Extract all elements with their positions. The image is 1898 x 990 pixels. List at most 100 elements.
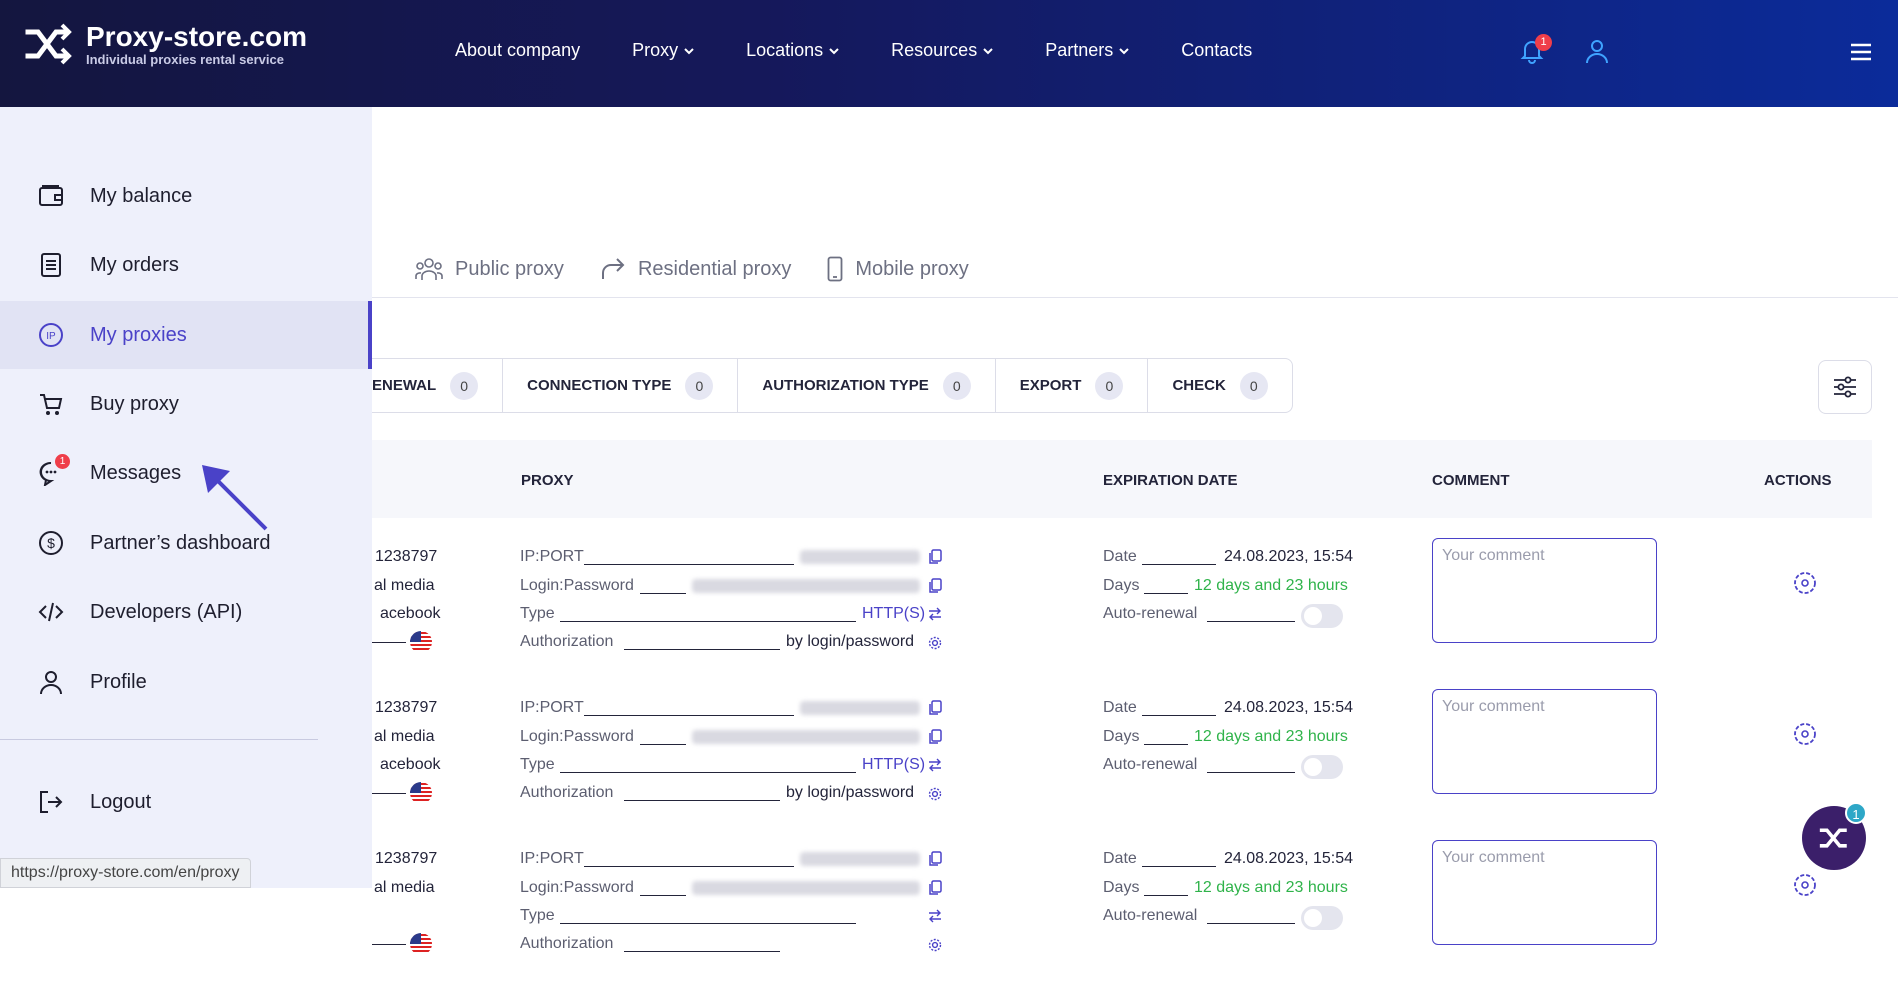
type-label: Type — [520, 605, 555, 622]
top-header: Proxy-store.com Individual proxies renta… — [0, 0, 1898, 107]
filter-connection-type[interactable]: CONNECTION TYPE 0 — [502, 359, 737, 412]
days-left-value: 12 days and 23 hours — [1194, 577, 1348, 594]
nav-contacts[interactable]: Contacts — [1181, 40, 1252, 61]
gear-icon[interactable] — [928, 635, 942, 651]
chevron-down-icon — [684, 47, 694, 54]
filter-authorization-type[interactable]: AUTHORIZATION TYPE 0 — [737, 359, 994, 412]
days-label: Days — [1103, 728, 1140, 745]
sidebar-item-my-orders[interactable]: My orders — [0, 231, 372, 299]
messages-badge: 1 — [55, 454, 70, 469]
proxy-type-value[interactable]: HTTP(S) — [862, 605, 925, 623]
login-password-value — [692, 579, 920, 593]
auto-renewal-toggle[interactable] — [1301, 906, 1343, 930]
copy-icon[interactable] — [928, 549, 942, 565]
document-icon — [41, 253, 61, 277]
chat-badge: 1 — [1845, 802, 1867, 824]
days-label: Days — [1103, 577, 1140, 594]
svg-text:$: $ — [47, 535, 55, 551]
copy-icon[interactable] — [928, 729, 942, 745]
tabs-divider — [372, 297, 1898, 298]
auto-renewal-toggle[interactable] — [1301, 604, 1343, 628]
sidebar-item-label: My orders — [90, 253, 179, 276]
auto-renewal-toggle[interactable] — [1301, 755, 1343, 779]
sidebar-item-profile[interactable]: Profile — [0, 648, 372, 716]
table-row: 1238797 al media IP:PORT Login:Password … — [372, 840, 1872, 990]
sidebar-item-messages[interactable]: 1 Messages — [0, 439, 372, 507]
copy-icon[interactable] — [928, 700, 942, 716]
notifications-button[interactable]: 1 — [1520, 34, 1552, 66]
code-icon — [38, 602, 64, 622]
type-label: Type — [520, 756, 555, 773]
action-settings-icon[interactable] — [1792, 721, 1818, 747]
usa-flag-icon — [410, 631, 432, 653]
nav-resources[interactable]: Resources — [891, 40, 993, 61]
authorization-value: by login/password — [786, 784, 915, 801]
sidebar-item-label: Messages — [90, 461, 182, 484]
nav-about-company[interactable]: About company — [455, 40, 580, 61]
sidebar-item-buy-proxy[interactable]: Buy proxy — [0, 370, 372, 438]
tab-residential-proxy[interactable]: Residential proxy — [600, 256, 791, 282]
user-account-icon[interactable] — [1584, 38, 1610, 64]
logo-subtitle: Individual proxies rental service — [86, 51, 284, 67]
copy-icon[interactable] — [928, 578, 942, 594]
gear-icon[interactable] — [928, 786, 942, 802]
share-arrow-icon — [601, 258, 625, 279]
copy-icon[interactable] — [928, 880, 942, 896]
sidebar-item-partners-dashboard[interactable]: $ Partner’s dashboard — [0, 509, 372, 577]
comment-textarea[interactable] — [1432, 689, 1657, 794]
usa-flag-icon — [410, 782, 432, 804]
filter-renewal[interactable]: ENEWAL 0 — [372, 359, 502, 412]
logo[interactable]: Proxy-store.com Individual proxies renta… — [24, 20, 307, 68]
chevron-down-icon — [983, 47, 993, 54]
ip-port-value — [800, 550, 920, 564]
expiration-date-value: 24.08.2023, 15:54 — [1224, 548, 1354, 565]
proxy-type-value[interactable]: HTTP(S) — [862, 756, 925, 774]
col-proxy: PROXY — [521, 472, 574, 489]
authorization-label: Authorization — [520, 935, 614, 952]
target-site: acebook — [380, 605, 441, 622]
login-password-label: Login:Password — [520, 728, 634, 745]
logout-button[interactable]: Logout — [0, 768, 372, 836]
sliders-icon — [1834, 376, 1856, 398]
expiration-date-value: 24.08.2023, 15:54 — [1224, 850, 1354, 867]
sidebar-item-label: My proxies — [90, 323, 187, 346]
target-site: acebook — [380, 756, 441, 773]
gear-icon[interactable] — [928, 937, 942, 953]
comment-textarea[interactable] — [1432, 538, 1657, 643]
ip-port-label: IP:PORT — [520, 548, 584, 565]
sidebar-item-developers-api[interactable]: Developers (API) — [0, 578, 372, 646]
authorization-label: Authorization — [520, 784, 614, 801]
sidebar-item-my-proxies[interactable]: IP My proxies — [0, 301, 372, 369]
comment-textarea[interactable] — [1432, 840, 1657, 945]
column-settings-button[interactable] — [1818, 360, 1872, 414]
switch-arrows-icon[interactable] — [928, 908, 942, 924]
sidebar-item-label: Developers (API) — [90, 600, 243, 623]
proxy-purpose: al media — [374, 577, 435, 594]
ip-port-value — [800, 852, 920, 866]
table-header: PROXY EXPIRATION DATE COMMENT ACTIONS — [372, 440, 1872, 518]
svg-text:IP: IP — [46, 331, 56, 342]
tab-mobile-proxy[interactable]: Mobile proxy — [827, 256, 969, 282]
pointer-arrow-annotation — [202, 465, 268, 531]
order-number: 1238797 — [375, 699, 438, 716]
auto-renewal-label: Auto-renewal — [1103, 605, 1198, 622]
days-label: Days — [1103, 879, 1140, 896]
nav-locations[interactable]: Locations — [746, 40, 839, 61]
shuffle-chat-icon — [1819, 828, 1847, 848]
tab-public-proxy[interactable]: Public proxy — [415, 256, 564, 282]
action-settings-icon[interactable] — [1792, 570, 1818, 596]
sidebar-item-label: Profile — [90, 670, 147, 693]
nav-proxy[interactable]: Proxy — [632, 40, 694, 61]
action-settings-icon[interactable] — [1792, 872, 1818, 898]
copy-icon[interactable] — [928, 851, 942, 867]
date-label: Date — [1103, 699, 1137, 716]
filter-check[interactable]: CHECK 0 — [1147, 359, 1291, 412]
filter-count: 0 — [1095, 371, 1124, 400]
nav-partners[interactable]: Partners — [1045, 40, 1129, 61]
filter-bar: ENEWAL 0 CONNECTION TYPE 0 AUTHORIZATION T… — [372, 358, 1293, 413]
hamburger-menu-icon[interactable] — [1850, 42, 1872, 62]
switch-arrows-icon[interactable] — [928, 606, 942, 622]
filter-export[interactable]: EXPORT 0 — [994, 359, 1148, 412]
switch-arrows-icon[interactable] — [928, 757, 942, 773]
sidebar-item-my-balance[interactable]: My balance — [0, 162, 372, 230]
